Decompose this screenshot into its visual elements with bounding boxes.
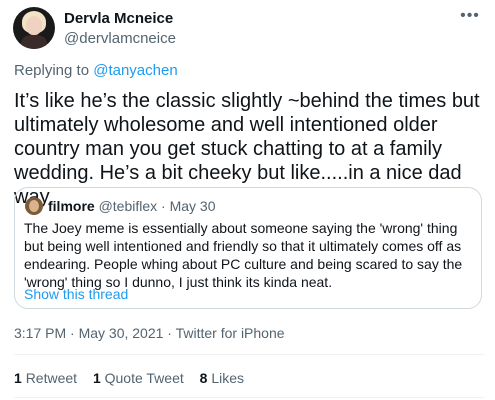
- quoted-tweet-header: filmore @tebiflex · May 30: [48, 198, 216, 214]
- divider: [14, 354, 484, 355]
- replying-to-handle-link[interactable]: @tanyachen: [93, 62, 177, 79]
- quoted-tweet-text: The Joey meme is essentially about someo…: [24, 220, 463, 290]
- tweet: Dervla Mcneice @dervlamcneice ••• Replyi…: [0, 0, 495, 400]
- author-avatar[interactable]: [13, 7, 55, 49]
- quote-tweets-label: Quote Tweet: [104, 370, 184, 386]
- tweet-stats: 1 Retweet 1 Quote Tweet 8 Likes: [14, 370, 256, 386]
- replying-to: Replying to @tanyachen: [14, 62, 178, 79]
- avatar-face-shape: [26, 16, 42, 35]
- retweets-stat[interactable]: 1 Retweet: [14, 370, 77, 386]
- quoted-avatar-face-shape: [29, 200, 39, 212]
- quote-tweets-stat[interactable]: 1 Quote Tweet: [93, 370, 184, 386]
- retweets-count: 1: [14, 370, 22, 386]
- retweets-label: Retweet: [25, 370, 78, 386]
- show-thread-link[interactable]: Show this thread: [24, 286, 128, 302]
- quoted-tweet[interactable]: filmore @tebiflex · May 30 The Joey meme…: [14, 187, 482, 309]
- likes-label: Likes: [211, 370, 245, 386]
- quoted-author-name: filmore: [48, 198, 95, 214]
- author-name[interactable]: Dervla Mcneice: [64, 10, 173, 27]
- avatar-body-shape: [21, 35, 47, 49]
- quoted-author-handle-date: @tebiflex · May 30: [98, 198, 216, 214]
- likes-count: 8: [199, 370, 208, 386]
- tweet-timestamp-source[interactable]: 3:17 PM · May 30, 2021 · Twitter for iPh…: [14, 325, 285, 341]
- likes-stat[interactable]: 8 Likes: [200, 370, 244, 386]
- more-horizontal-icon[interactable]: •••: [458, 6, 482, 30]
- author-handle[interactable]: @dervlamcneice: [64, 30, 176, 47]
- divider: [14, 397, 484, 398]
- quote-tweets-count: 1: [92, 370, 101, 386]
- replying-to-label: Replying to: [14, 62, 94, 79]
- quoted-author-avatar[interactable]: [25, 197, 43, 215]
